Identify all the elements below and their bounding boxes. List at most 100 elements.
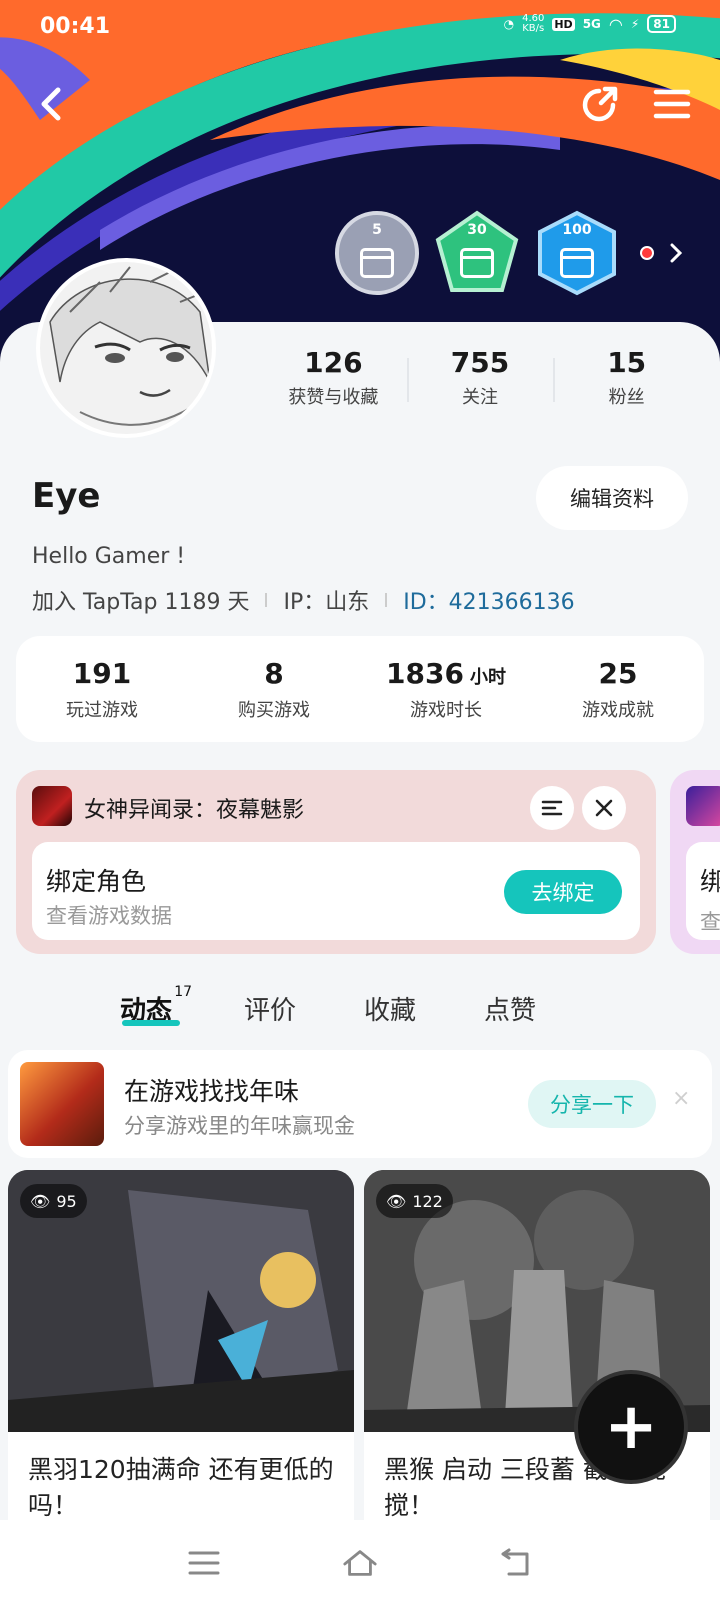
stat-unit: 小时 [469,666,506,688]
view-count: 👁 122 [376,1184,453,1218]
menu-button[interactable] [648,80,696,128]
stat-label: 玩过游戏 [66,699,138,721]
sort-button[interactable] [530,786,574,830]
user-id-label: ID： [403,590,449,615]
stat-label: 获赞与收藏 [288,387,379,408]
profile-bio: Hello Gamer ! [32,544,186,569]
profile-stats: 126 获赞与收藏 755 关注 15 粉丝 [260,346,700,409]
next-bind-card[interactable]: 绑 查 [670,770,720,954]
chevron-right-icon[interactable] [668,241,684,265]
stat-value: 25 [598,656,638,690]
post-card[interactable]: 👁 122 黑猴 启动 三段蓄 截 搅搅搅！ [364,1170,710,1530]
next-bind-title: 绑 [700,867,720,896]
home-icon [343,1549,377,1576]
next-bind-subtitle: 查 [700,910,720,934]
notification-dot [640,246,654,260]
create-post-button[interactable]: + [578,1374,684,1480]
post-card[interactable]: 👁 95 黑羽120抽满命 还有更低的吗！ [8,1170,354,1530]
promo-share-button[interactable]: 分享一下 [528,1080,656,1128]
network-speed: 4.60 KB/s [522,14,544,34]
eye-icon: 👁 [30,1191,51,1211]
stat-label: 游戏时长 [410,699,482,721]
back-nav-button[interactable] [498,1545,534,1581]
stat-following[interactable]: 755 关注 [406,346,554,409]
recent-apps-button[interactable] [186,1545,222,1581]
user-id-value: 421366136 [448,590,575,615]
stat-value: 191 [72,656,132,690]
menu-icon [653,89,691,119]
profile-meta: 加入 TapTap 1189 天 IP：山东 ID：421366136 [32,584,575,616]
stat-play-time[interactable]: 1836 小时 游戏时长 [360,657,532,722]
calendar-gamepad-icon [360,248,394,278]
stat-likes[interactable]: 126 获赞与收藏 [260,346,407,409]
user-id[interactable]: ID：421366136 [403,584,574,616]
hd-icon: HD [552,17,575,31]
stat-label: 游戏成就 [582,699,654,721]
battery-level: 81 [653,17,670,31]
stat-value: 8 [264,656,284,690]
bind-role-card[interactable]: 女神异闻录：夜幕魅影 绑定角色 查看游戏数据 去绑定 [16,770,656,954]
game-icon [32,786,72,826]
bind-button[interactable]: 去绑定 [504,870,622,914]
tab-likes[interactable]: 点赞 [484,990,536,1027]
close-icon [595,799,613,817]
badge-5[interactable]: 5 [334,210,420,296]
tab-reviews[interactable]: 评价 [244,990,296,1027]
edit-profile-button[interactable]: 编辑资料 [536,466,688,530]
avatar[interactable] [36,258,216,438]
badge-100[interactable]: 100 [534,210,620,296]
stat-purchased-games[interactable]: 8 购买游戏 [188,657,360,722]
eye-icon: 👁 [386,1191,407,1211]
tab-indicator [122,1020,180,1026]
stat-label: 关注 [462,387,498,408]
game-icon [686,786,720,826]
plus-icon: + [604,1390,658,1464]
promo-close-icon[interactable]: × [672,1086,690,1111]
stat-achievements[interactable]: 25 游戏成就 [532,657,704,722]
calendar-gamepad-icon [460,248,494,278]
system-nav-bar [0,1520,720,1605]
bind-role-subtitle: 查看游戏数据 [46,904,172,928]
status-time: 00:41 [40,14,111,39]
promo-title: 在游戏找找年味 [124,1077,300,1106]
badge-value: 100 [562,222,592,238]
divider [265,593,268,607]
close-button[interactable] [582,786,626,830]
speedometer-icon: ◔ [503,17,515,31]
view-count-value: 122 [412,1191,443,1211]
stat-followers[interactable]: 15 粉丝 [553,346,700,409]
promo-banner[interactable]: 在游戏找找年味 分享游戏里的年味赢现金 分享一下 × [8,1050,712,1158]
badge-30[interactable]: 30 [434,210,520,296]
stat-value: 1836 [386,656,464,690]
post-caption: 黑羽120抽满命 还有更低的吗！ [28,1455,334,1520]
bind-role-panel: 绑定角色 查看游戏数据 去绑定 [32,842,640,940]
joined-days: 加入 TapTap 1189 天 [32,590,250,615]
share-button[interactable] [574,78,626,130]
game-title: 女神异闻录：夜幕魅影 [84,798,305,823]
stat-played-games[interactable]: 191 玩过游戏 [16,657,188,722]
tab-count: 17 [174,984,193,1000]
content-tabs: 动态 17 评价 收藏 点赞 [0,984,720,1034]
home-button[interactable] [342,1545,378,1581]
back-arrow-icon [41,87,61,121]
tab-favorites[interactable]: 收藏 [364,990,416,1027]
calendar-gamepad-icon [560,248,594,278]
stat-value: 755 [450,346,510,379]
promo-subtitle: 分享游戏里的年味赢现金 [124,1114,355,1138]
badge-row: 5 30 100 [334,210,684,296]
ip-location: IP：山东 [283,590,370,615]
game-stats: 191 玩过游戏 8 购买游戏 1836 小时 游戏时长 25 游戏成就 [16,636,704,742]
return-icon [501,1548,529,1575]
share-icon [582,86,618,122]
speed-unit: KB/s [522,23,545,34]
stat-value: 126 [304,346,363,379]
promo-image [20,1062,104,1146]
profile-screen: 00:41 ◔ 4.60 KB/s HD 5G ◠ ⚡ 81 5 30 100 … [0,0,720,1605]
sliders-icon [541,800,563,816]
status-bar: 00:41 ◔ 4.60 KB/s HD 5G ◠ ⚡ 81 [0,0,720,56]
stat-value: 15 [607,346,647,379]
battery-icon: 81 [647,15,676,33]
back-button[interactable] [26,80,74,128]
view-count: 👁 95 [20,1184,87,1218]
status-icons: ◔ 4.60 KB/s HD 5G ◠ ⚡ 81 [504,14,676,34]
